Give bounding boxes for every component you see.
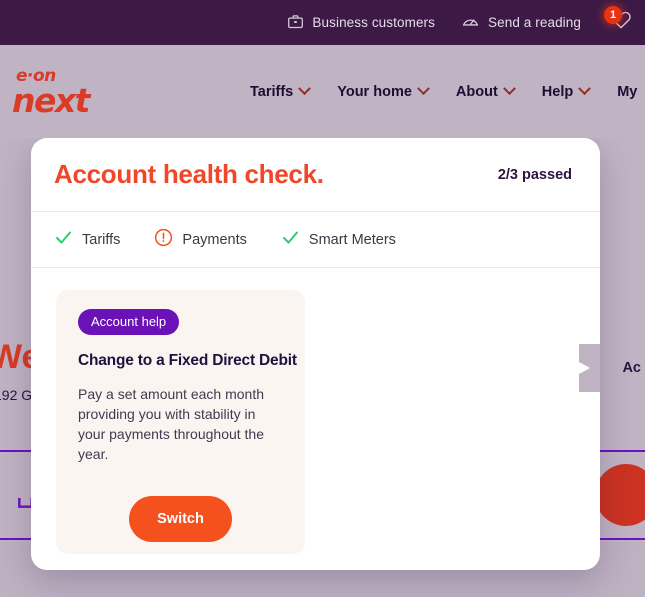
chevron-down-icon	[417, 82, 430, 96]
modal-header: Account health check. 2/3 passed	[31, 138, 600, 212]
nav-item-label: About	[455, 83, 498, 100]
send-a-reading-label: Send a reading	[488, 15, 581, 30]
status-item-tariffs[interactable]: Tariffs	[54, 228, 120, 251]
status-item-label: Tariffs	[82, 231, 121, 248]
main-navbar: e·on next Tariffs Your home About Help M…	[0, 45, 645, 138]
page-title: Account health check.	[54, 159, 324, 189]
meter-icon	[461, 12, 480, 34]
briefcase-icon	[287, 13, 304, 33]
status-badge: 2/3 passed	[497, 166, 572, 183]
nav-item-label: Tariffs	[250, 83, 294, 100]
send-a-reading-link[interactable]: Send a reading	[461, 12, 581, 34]
app-root: We 192 G Ac ␣ energy by ct paym payme me…	[0, 0, 645, 597]
nav-item-label: My	[617, 83, 638, 100]
recommendation-card: Account help Change to a Fixed Direct De…	[56, 290, 305, 554]
account-help-badge: Account help	[78, 309, 180, 335]
nav-items: Tariffs Your home About Help My	[250, 45, 637, 138]
top-utility-bar: Business customers Send a reading 1	[0, 0, 645, 45]
status-item-label: Payments	[182, 231, 247, 248]
chevron-down-icon	[502, 82, 516, 96]
card-description: Pay a set amount each month providing yo…	[78, 386, 265, 462]
background-right-label: Ac	[622, 360, 641, 376]
band-circle-decoration	[595, 464, 645, 526]
eon-next-logo[interactable]: e·on next	[12, 68, 104, 120]
business-customers-label: Business customers	[312, 15, 436, 30]
favourites-count-badge: 1	[604, 5, 622, 24]
account-health-check-modal: Account health check. 2/3 passed Tariffs	[31, 138, 600, 570]
check-icon	[281, 228, 300, 251]
logo-line-next: next	[12, 81, 90, 120]
check-icon	[54, 228, 73, 251]
chevron-down-icon	[578, 82, 592, 96]
carousel-next-button[interactable]	[579, 344, 600, 392]
status-item-label: Smart Meters	[308, 231, 396, 248]
nav-item-label: Your home	[337, 83, 412, 100]
chevron-down-icon	[298, 82, 312, 96]
status-item-payments[interactable]: Payments	[154, 228, 247, 251]
alert-circle-icon	[154, 228, 173, 251]
nav-item-help[interactable]: Help	[541, 82, 592, 100]
card-cta-wrap: Switch	[56, 496, 305, 542]
nav-item-your-home[interactable]: Your home	[337, 82, 430, 100]
nav-item-tariffs[interactable]: Tariffs	[250, 82, 312, 100]
card-title: Change to a Fixed Direct Debit	[78, 352, 297, 369]
account-number: 192 G	[0, 387, 33, 403]
nav-item-my-account[interactable]: My	[617, 84, 637, 100]
favourites-button[interactable]: 1	[604, 5, 635, 37]
status-item-smart-meters[interactable]: Smart Meters	[281, 228, 396, 251]
status-summary-row: Tariffs Payments Smart Meters	[31, 212, 600, 268]
nav-item-label: Help	[541, 83, 574, 100]
business-customers-link[interactable]: Business customers	[287, 13, 435, 33]
recommendation-carousel: Account help Change to a Fixed Direct De…	[31, 268, 600, 568]
nav-item-about[interactable]: About	[455, 82, 516, 100]
switch-button[interactable]: Switch	[129, 496, 232, 542]
